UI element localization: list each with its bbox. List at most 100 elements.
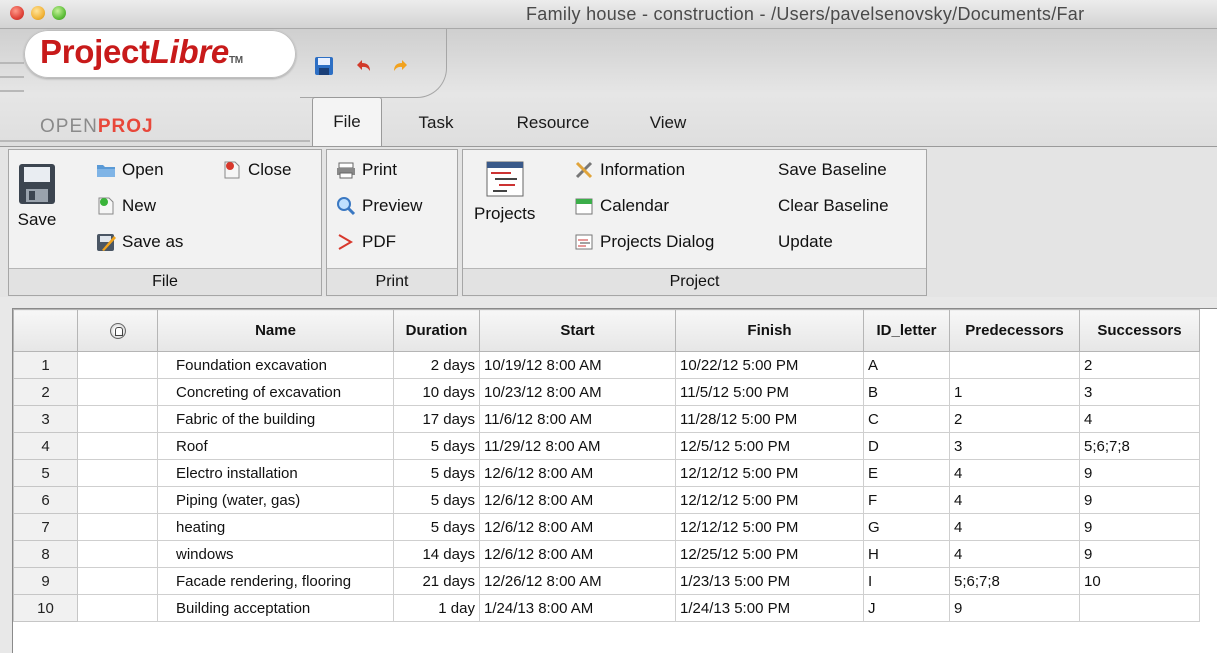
pdf-button[interactable]: PDF <box>336 232 396 252</box>
id-letter-cell[interactable]: H <box>863 540 950 568</box>
start-cell[interactable]: 10/23/12 8:00 AM <box>479 378 676 406</box>
column-header-rownum[interactable] <box>13 309 78 352</box>
save-as-button[interactable]: Save as <box>96 232 183 252</box>
predecessors-cell[interactable]: 4 <box>949 540 1080 568</box>
table-row[interactable]: 9 Facade rendering, flooring 21 days 12/26/… <box>13 567 1200 595</box>
row-number-cell[interactable]: 7 <box>13 513 78 541</box>
column-header-duration[interactable]: Duration <box>393 309 480 352</box>
id-letter-cell[interactable]: F <box>863 486 950 514</box>
successors-cell[interactable]: 10 <box>1079 567 1200 595</box>
table-row[interactable]: 4 Roof 5 days 11/29/12 8:00 AM 12/5/12 5:00 … <box>13 432 1200 460</box>
successors-cell[interactable]: 5;6;7;8 <box>1079 432 1200 460</box>
indicator-cell[interactable] <box>77 540 158 568</box>
row-number-cell[interactable]: 3 <box>13 405 78 433</box>
update-button[interactable]: Update <box>778 232 833 252</box>
id-letter-cell[interactable]: D <box>863 432 950 460</box>
name-cell[interactable]: windows <box>157 540 394 568</box>
window-close-button[interactable] <box>10 6 24 20</box>
table-row[interactable]: 8 windows 14 days 12/6/12 8:00 AM 12/25/12 5… <box>13 540 1200 568</box>
predecessors-cell[interactable] <box>949 351 1080 379</box>
indicator-cell[interactable] <box>77 486 158 514</box>
name-cell[interactable]: Fabric of the building <box>157 405 394 433</box>
table-row[interactable]: 7 heating 5 days 12/6/12 8:00 AM 12/12/12 5:… <box>13 513 1200 541</box>
start-cell[interactable]: 12/26/12 8:00 AM <box>479 567 676 595</box>
row-number-cell[interactable]: 10 <box>13 594 78 622</box>
name-cell[interactable]: heating <box>157 513 394 541</box>
predecessors-cell[interactable]: 4 <box>949 513 1080 541</box>
row-number-cell[interactable]: 5 <box>13 459 78 487</box>
successors-cell[interactable]: 9 <box>1079 513 1200 541</box>
predecessors-cell[interactable]: 1 <box>949 378 1080 406</box>
window-minimize-button[interactable] <box>31 6 45 20</box>
indicator-cell[interactable] <box>77 405 158 433</box>
column-header-name[interactable]: Name <box>157 309 394 352</box>
name-cell[interactable]: Facade rendering, flooring <box>157 567 394 595</box>
duration-cell[interactable]: 5 days <box>393 432 480 460</box>
tab-resource[interactable]: Resource <box>498 103 608 143</box>
finish-cell[interactable]: 12/12/12 5:00 PM <box>675 459 864 487</box>
indicator-cell[interactable] <box>77 594 158 622</box>
table-row[interactable]: 10 Building acceptation 1 day 1/24/13 8:00 … <box>13 594 1200 622</box>
start-cell[interactable]: 10/19/12 8:00 AM <box>479 351 676 379</box>
column-header-start[interactable]: Start <box>479 309 676 352</box>
save-baseline-button[interactable]: Save Baseline <box>778 160 887 180</box>
successors-cell[interactable]: 4 <box>1079 405 1200 433</box>
successors-cell[interactable]: 3 <box>1079 378 1200 406</box>
new-button[interactable]: New <box>96 196 156 216</box>
column-header-predecessors[interactable]: Predecessors <box>949 309 1080 352</box>
finish-cell[interactable]: 12/5/12 5:00 PM <box>675 432 864 460</box>
table-row[interactable]: 1 Foundation excavation 2 days 10/19/12 8:0… <box>13 351 1200 379</box>
name-cell[interactable]: Foundation excavation <box>157 351 394 379</box>
table-row[interactable]: 3 Fabric of the building 17 days 11/6/12 8:… <box>13 405 1200 433</box>
indicator-cell[interactable] <box>77 459 158 487</box>
successors-cell[interactable] <box>1079 594 1200 622</box>
predecessors-cell[interactable]: 4 <box>949 486 1080 514</box>
name-cell[interactable]: Roof <box>157 432 394 460</box>
start-cell[interactable]: 1/24/13 8:00 AM <box>479 594 676 622</box>
predecessors-cell[interactable]: 5;6;7;8 <box>949 567 1080 595</box>
close-button[interactable]: Close <box>222 160 291 180</box>
finish-cell[interactable]: 12/25/12 5:00 PM <box>675 540 864 568</box>
id-letter-cell[interactable]: A <box>863 351 950 379</box>
row-number-cell[interactable]: 9 <box>13 567 78 595</box>
indicator-cell[interactable] <box>77 378 158 406</box>
duration-cell[interactable]: 10 days <box>393 378 480 406</box>
indicator-cell[interactable] <box>77 432 158 460</box>
predecessors-cell[interactable]: 2 <box>949 405 1080 433</box>
successors-cell[interactable]: 9 <box>1079 486 1200 514</box>
row-number-cell[interactable]: 6 <box>13 486 78 514</box>
indicator-cell[interactable] <box>77 567 158 595</box>
name-cell[interactable]: Piping (water, gas) <box>157 486 394 514</box>
clear-baseline-button[interactable]: Clear Baseline <box>778 196 889 216</box>
predecessors-cell[interactable]: 9 <box>949 594 1080 622</box>
open-button[interactable]: Open <box>96 160 164 180</box>
successors-cell[interactable]: 9 <box>1079 540 1200 568</box>
id-letter-cell[interactable]: C <box>863 405 950 433</box>
id-letter-cell[interactable]: G <box>863 513 950 541</box>
id-letter-cell[interactable]: E <box>863 459 950 487</box>
successors-cell[interactable]: 9 <box>1079 459 1200 487</box>
save-large-button[interactable]: Save <box>17 160 57 230</box>
successors-cell[interactable]: 2 <box>1079 351 1200 379</box>
table-row[interactable]: 2 Concreting of excavation 10 days 10/23/12… <box>13 378 1200 406</box>
duration-cell[interactable]: 5 days <box>393 513 480 541</box>
undo-button[interactable] <box>352 55 374 77</box>
tab-file[interactable]: File <box>312 97 382 146</box>
name-cell[interactable]: Electro installation <box>157 459 394 487</box>
name-cell[interactable]: Building acceptation <box>157 594 394 622</box>
column-header-successors[interactable]: Successors <box>1079 309 1200 352</box>
calendar-button[interactable]: Calendar <box>574 196 669 216</box>
tab-task[interactable]: Task <box>404 103 468 143</box>
finish-cell[interactable]: 11/5/12 5:00 PM <box>675 378 864 406</box>
start-cell[interactable]: 12/6/12 8:00 AM <box>479 513 676 541</box>
predecessors-cell[interactable]: 4 <box>949 459 1080 487</box>
table-row[interactable]: 6 Piping (water, gas) 5 days 12/6/12 8:00 A… <box>13 486 1200 514</box>
information-button[interactable]: Information <box>574 160 685 180</box>
finish-cell[interactable]: 12/12/12 5:00 PM <box>675 513 864 541</box>
finish-cell[interactable]: 10/22/12 5:00 PM <box>675 351 864 379</box>
name-cell[interactable]: Concreting of excavation <box>157 378 394 406</box>
start-cell[interactable]: 12/6/12 8:00 AM <box>479 459 676 487</box>
indicator-cell[interactable] <box>77 513 158 541</box>
preview-button[interactable]: Preview <box>336 196 422 216</box>
duration-cell[interactable]: 1 day <box>393 594 480 622</box>
